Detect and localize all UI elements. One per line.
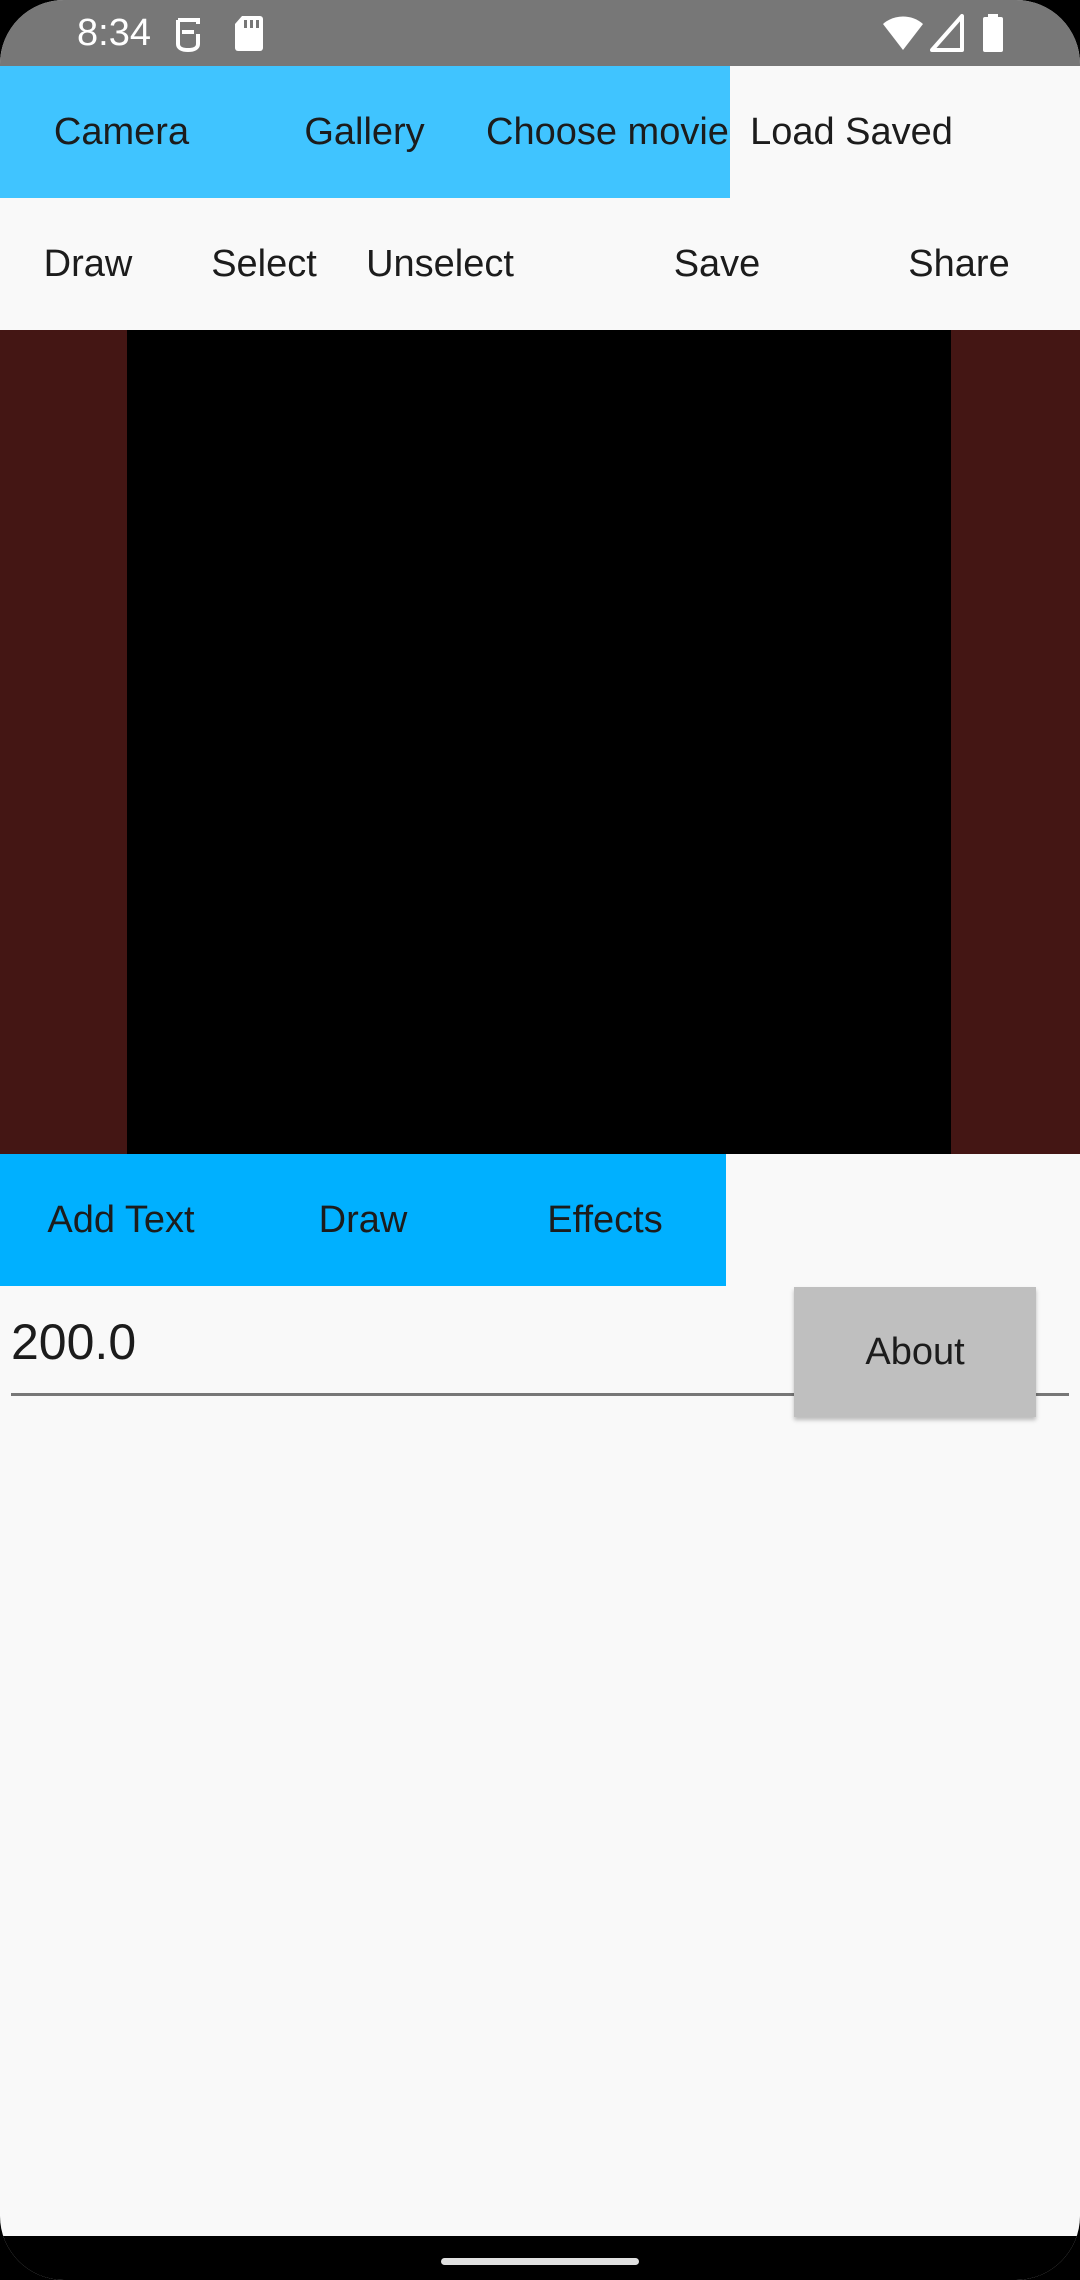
edit-tabs-row: Add Text Draw Effects [0,1154,1080,1286]
unselect-button[interactable]: Unselect [352,198,528,330]
draw-tab-button[interactable]: Draw [242,1154,484,1286]
camera-button-label: Camera [53,110,190,153]
about-button-label: About [865,1330,965,1373]
choose-movie-button[interactable]: Choose movie [486,66,730,198]
tool-button-row: Draw Select Unselect Save Share [0,198,1080,330]
choose-movie-button-label: Choose movie [486,110,729,153]
source-button-row: Camera Gallery Choose movie Load Saved [0,66,1080,198]
effects-button[interactable]: Effects [484,1154,726,1286]
preview-area [0,330,1080,1154]
draw-tool-button[interactable]: Draw [0,198,176,330]
select-button-label: Select [211,242,317,285]
status-time: 8:34 [77,12,151,54]
unselect-button-label: Unselect [366,242,514,285]
gallery-button-label: Gallery [304,110,425,153]
share-button-label: Share [908,242,1010,285]
share-button[interactable]: Share [838,198,1080,330]
home-gesture-handle[interactable] [441,2258,639,2265]
effects-button-label: Effects [547,1198,663,1241]
app-screen: 8:34 Camera Gallery Choose movie Load Sa… [0,0,1080,2280]
draw-tab-button-label: Draw [318,1198,408,1241]
gallery-button[interactable]: Gallery [243,66,486,198]
image-canvas[interactable] [127,330,951,1154]
sd-card-icon [235,16,263,51]
load-saved-button[interactable]: Load Saved [730,66,973,198]
load-saved-button-label: Load Saved [750,110,953,153]
about-button[interactable]: About [794,1287,1036,1417]
signal-icon [930,14,964,52]
camera-button[interactable]: Camera [0,66,243,198]
face-unlock-icon [176,18,200,52]
battery-icon [983,14,1003,52]
draw-tool-button-label: Draw [43,242,133,285]
add-text-button[interactable]: Add Text [0,1154,242,1286]
select-button[interactable]: Select [176,198,352,330]
save-button-label: Save [673,242,761,285]
status-bar: 8:34 [0,0,1080,66]
add-text-button-label: Add Text [47,1198,195,1241]
wifi-icon [883,16,923,50]
navigation-bar [0,2236,1080,2280]
save-button[interactable]: Save [596,198,838,330]
